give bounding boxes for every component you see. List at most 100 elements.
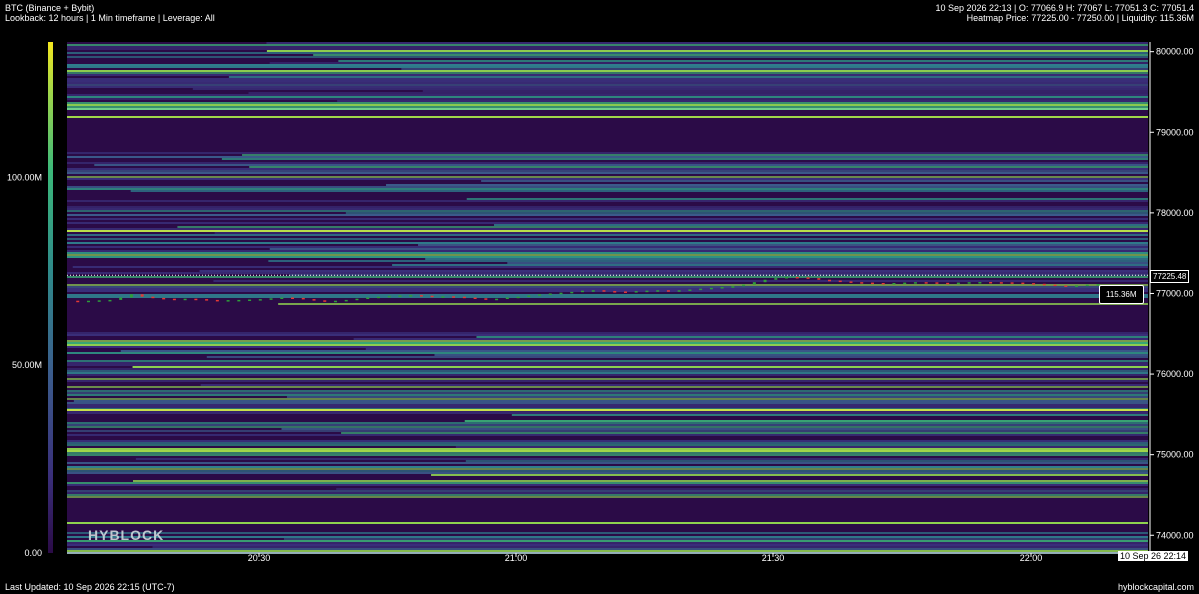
price-candle (570, 291, 574, 294)
price-candle (323, 300, 327, 302)
heat-band (199, 270, 1149, 272)
price-candle (935, 282, 939, 284)
heat-band (67, 238, 1148, 240)
price-candle (1021, 282, 1025, 285)
price-candle (623, 291, 627, 293)
heat-band (67, 276, 1148, 278)
heat-band (214, 232, 1148, 234)
price-candle (205, 299, 209, 301)
heat-band (67, 222, 1148, 224)
heatmap-chart[interactable]: 80000.00 79000.00 78000.00 77000.00 76000.00… (0, 0, 1199, 594)
y-tick-label: 77000.00 (1156, 288, 1194, 298)
colorbar-tick-label: 100.00M (7, 172, 42, 182)
heat-band (67, 412, 1148, 414)
heat-band-highlight (67, 108, 1148, 110)
price-candle (162, 297, 166, 300)
price-candle (86, 300, 90, 303)
heat-band (67, 96, 1148, 98)
price-candle (946, 282, 950, 285)
price-candle (591, 290, 595, 292)
price-candle (602, 290, 606, 292)
heat-band (67, 422, 1148, 424)
heat-band (67, 332, 1148, 334)
heat-band (493, 224, 1149, 226)
heat-band (67, 170, 1148, 172)
y-tick-label: 76000.00 (1156, 369, 1194, 379)
heat-band (67, 82, 1148, 84)
price-candle (1032, 283, 1036, 285)
heat-band (67, 380, 1148, 382)
price-candle (849, 281, 853, 283)
price-candle (548, 293, 552, 295)
price-candle (183, 298, 187, 301)
price-candle (452, 296, 456, 298)
price-candle (538, 294, 542, 296)
heat-band (67, 494, 1148, 496)
heat-band-highlight (67, 116, 1148, 118)
heat-band (67, 56, 1148, 58)
price-candle (989, 282, 993, 284)
heat-band (67, 72, 1148, 74)
heat-band (431, 474, 1149, 476)
price-candle (97, 300, 101, 302)
heat-band (67, 168, 1148, 170)
heat-band (337, 100, 1148, 102)
heat-band (67, 368, 1148, 370)
last-updated: Last Updated: 10 Sep 2026 22:15 (UTC-7) (5, 582, 175, 592)
heat-band (248, 92, 1148, 94)
heat-band (67, 492, 1148, 494)
heat-band (266, 50, 1148, 52)
price-candle (140, 294, 144, 297)
heat-band (67, 80, 1148, 82)
heat-band (67, 426, 1148, 428)
heat-band (67, 550, 1148, 552)
liquidity-tooltip: 115.36M (1099, 285, 1144, 304)
price-candle (1075, 285, 1079, 287)
price-candle (226, 300, 230, 302)
heat-band (345, 212, 1148, 214)
price-candle (892, 282, 896, 285)
price-candle (828, 279, 832, 282)
price-candle (731, 286, 735, 288)
heat-band (67, 536, 1148, 538)
x-tick-label: 22:00 (1020, 553, 1043, 563)
site-link[interactable]: hyblockcapital.com (1118, 582, 1194, 593)
heat-band (313, 54, 1148, 56)
y-tick-label: 75000.00 (1156, 450, 1194, 460)
heat-band (392, 264, 1148, 266)
heat-band (67, 352, 1148, 354)
price-candle (215, 299, 219, 302)
heat-band (67, 206, 1148, 208)
heat-band (67, 434, 1148, 436)
heat-band (67, 344, 1148, 346)
heat-band (401, 68, 1149, 70)
heat-band (283, 538, 1148, 540)
heat-band (67, 256, 1148, 258)
heat-band (67, 290, 1148, 292)
heat-band (67, 362, 1148, 364)
price-candle (419, 295, 423, 297)
price-candle (237, 299, 241, 302)
heat-band (132, 366, 1149, 368)
heat-band (365, 348, 1148, 350)
price-candle (194, 298, 198, 301)
heat-band (67, 64, 1148, 66)
price-candle (1064, 285, 1068, 287)
heat-band (135, 458, 1148, 460)
heat-band (67, 200, 1148, 202)
price-candle (559, 292, 563, 295)
price-candle (409, 295, 413, 297)
heat-band (67, 482, 1148, 484)
price-candle (484, 298, 488, 300)
hyblock-logo: HYBLOCK (88, 527, 165, 543)
heat-band (67, 104, 1148, 106)
heat-band (341, 432, 1149, 434)
heat-band (67, 208, 1148, 210)
price-candle (817, 278, 821, 280)
price-candle (795, 276, 799, 279)
heat-band (269, 62, 1148, 64)
price-candle (860, 282, 864, 284)
heat-band (67, 52, 1148, 54)
heat-band (67, 370, 1148, 372)
heat-band (67, 404, 1148, 406)
